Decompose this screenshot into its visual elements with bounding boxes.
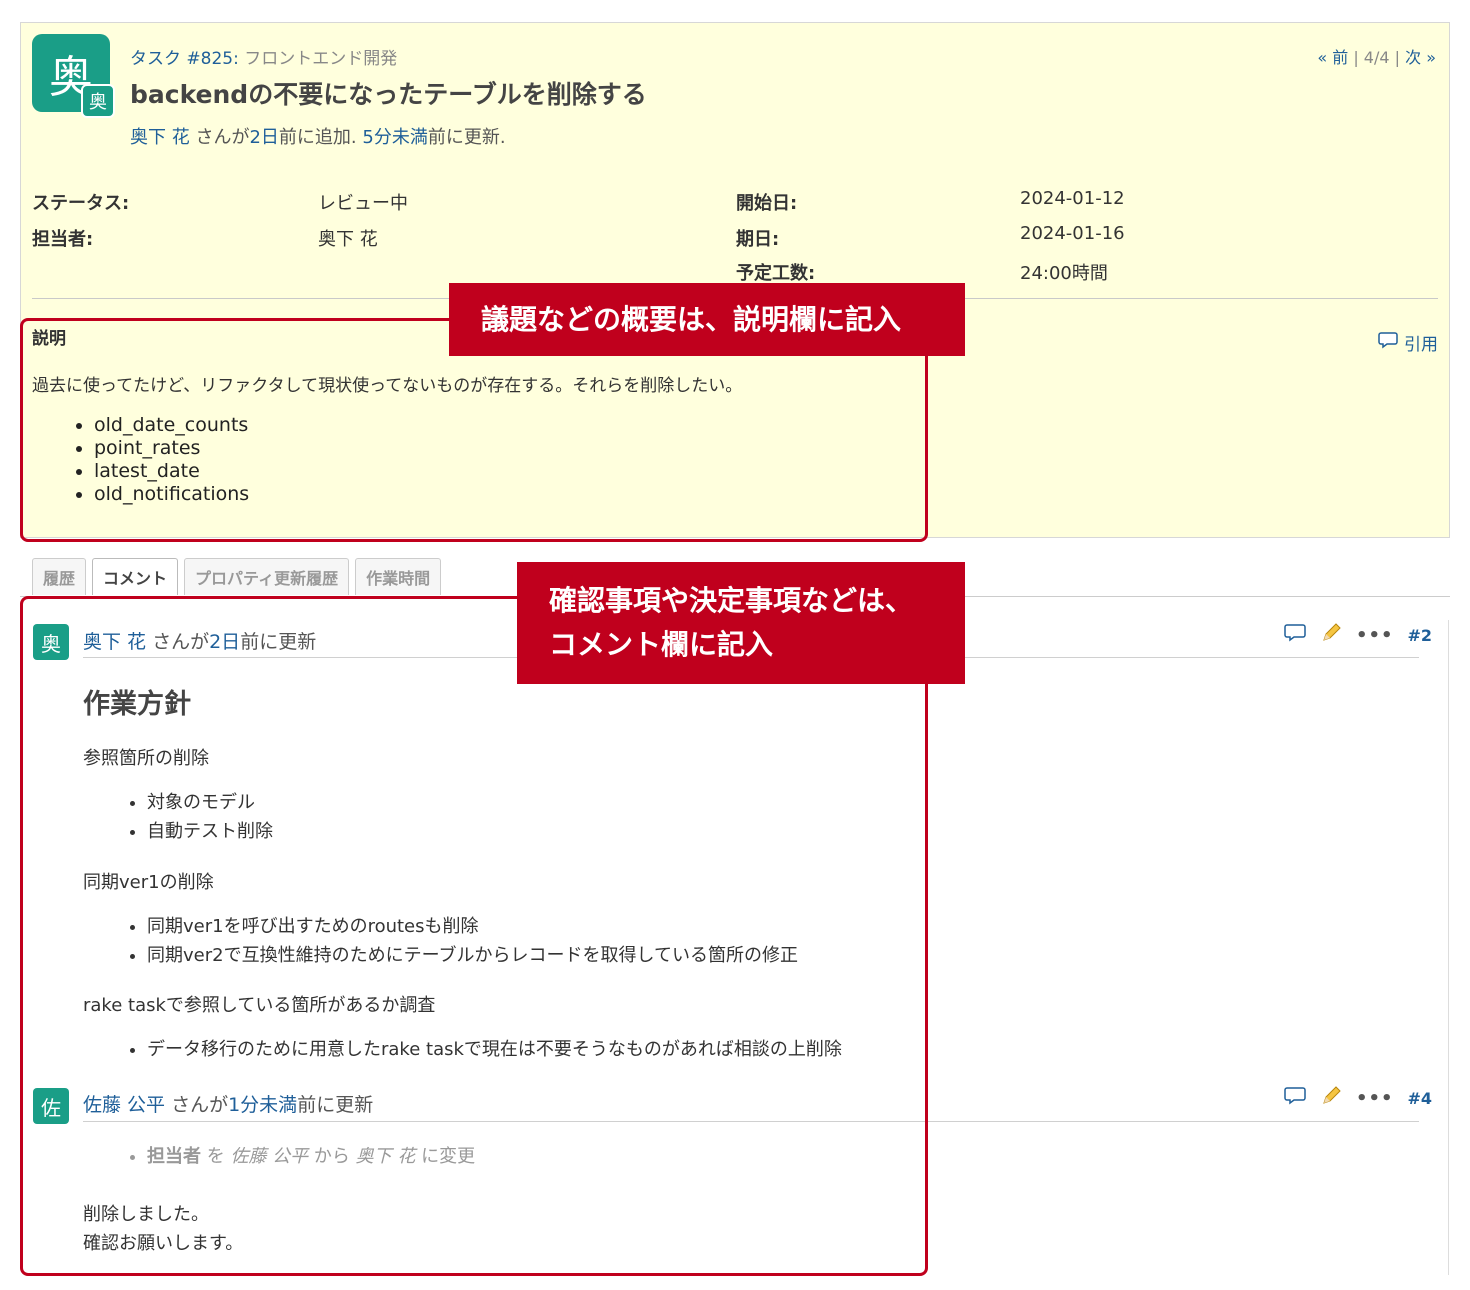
author-link[interactable]: 奥下 花 — [130, 127, 190, 148]
issue-subject-line: タスク #825: フロントエンド開発 — [130, 49, 398, 69]
tab-history[interactable]: 履歴 — [32, 558, 87, 595]
tab-comments[interactable]: コメント — [92, 558, 179, 595]
tracker-link[interactable]: タスク #825 — [130, 49, 233, 69]
updated-ago-link[interactable]: 5分未満 — [362, 127, 427, 148]
quote-button[interactable]: 引用 — [1378, 330, 1438, 355]
pager-position: 4/4 — [1363, 48, 1390, 67]
journal-number-link[interactable]: #2 — [1408, 626, 1433, 645]
journal-actions: ••• #2 — [1284, 622, 1432, 648]
comment-callout-frame — [20, 596, 928, 1276]
edit-pencil-icon[interactable] — [1320, 622, 1342, 648]
tab-time-entries[interactable]: 作業時間 — [355, 558, 442, 595]
quote-icon[interactable] — [1284, 1086, 1306, 1110]
more-actions-icon[interactable]: ••• — [1356, 1088, 1394, 1109]
start-date-value: 2024-01-12 — [1020, 188, 1125, 209]
prev-issue-link[interactable]: « 前 — [1317, 48, 1348, 67]
due-date-label: 期日: — [736, 229, 780, 250]
quote-icon[interactable] — [1284, 623, 1306, 647]
project-name: フロントエンド開発 — [244, 49, 398, 69]
issue-title: backendの不要になったテーブルを削除する — [130, 80, 647, 109]
comment-bubble-icon — [1378, 331, 1398, 354]
start-date-label: 開始日: — [736, 193, 798, 214]
journal-actions: ••• #4 — [1284, 1085, 1432, 1111]
estimate-label: 予定工数: — [736, 263, 816, 284]
more-actions-icon[interactable]: ••• — [1356, 625, 1394, 646]
journal-number-link[interactable]: #4 — [1408, 1089, 1433, 1108]
due-date-value: 2024-01-16 — [1020, 223, 1125, 244]
edit-pencil-icon[interactable] — [1320, 1085, 1342, 1111]
description-callout-label: 議題などの概要は、説明欄に記入 — [449, 283, 965, 356]
assignee-avatar: 奥 — [81, 84, 115, 118]
status-value: レビュー中 — [318, 193, 408, 214]
status-label: ステータス: — [32, 193, 130, 214]
journal-right-border — [1448, 620, 1449, 1275]
added-ago-link[interactable]: 2日 — [249, 127, 278, 148]
assignee-link[interactable]: 奥下 花 — [318, 225, 378, 251]
next-issue-link[interactable]: 次 » — [1405, 48, 1436, 67]
estimate-value: 24:00時間 — [1020, 263, 1108, 284]
tab-property-changes[interactable]: プロパティ更新履歴 — [184, 558, 350, 595]
assignee-label: 担当者: — [32, 229, 94, 250]
issue-author-line: 奥下 花 さんが2日前に追加. 5分未満前に更新. — [130, 127, 506, 148]
comment-callout-label: 確認事項や決定事項などは、 コメント欄に記入 — [517, 562, 965, 684]
history-tabs: 履歴 コメント プロパティ更新履歴 作業時間 — [32, 558, 442, 595]
issue-pager: « 前 | 4/4 | 次 » — [1317, 48, 1436, 67]
